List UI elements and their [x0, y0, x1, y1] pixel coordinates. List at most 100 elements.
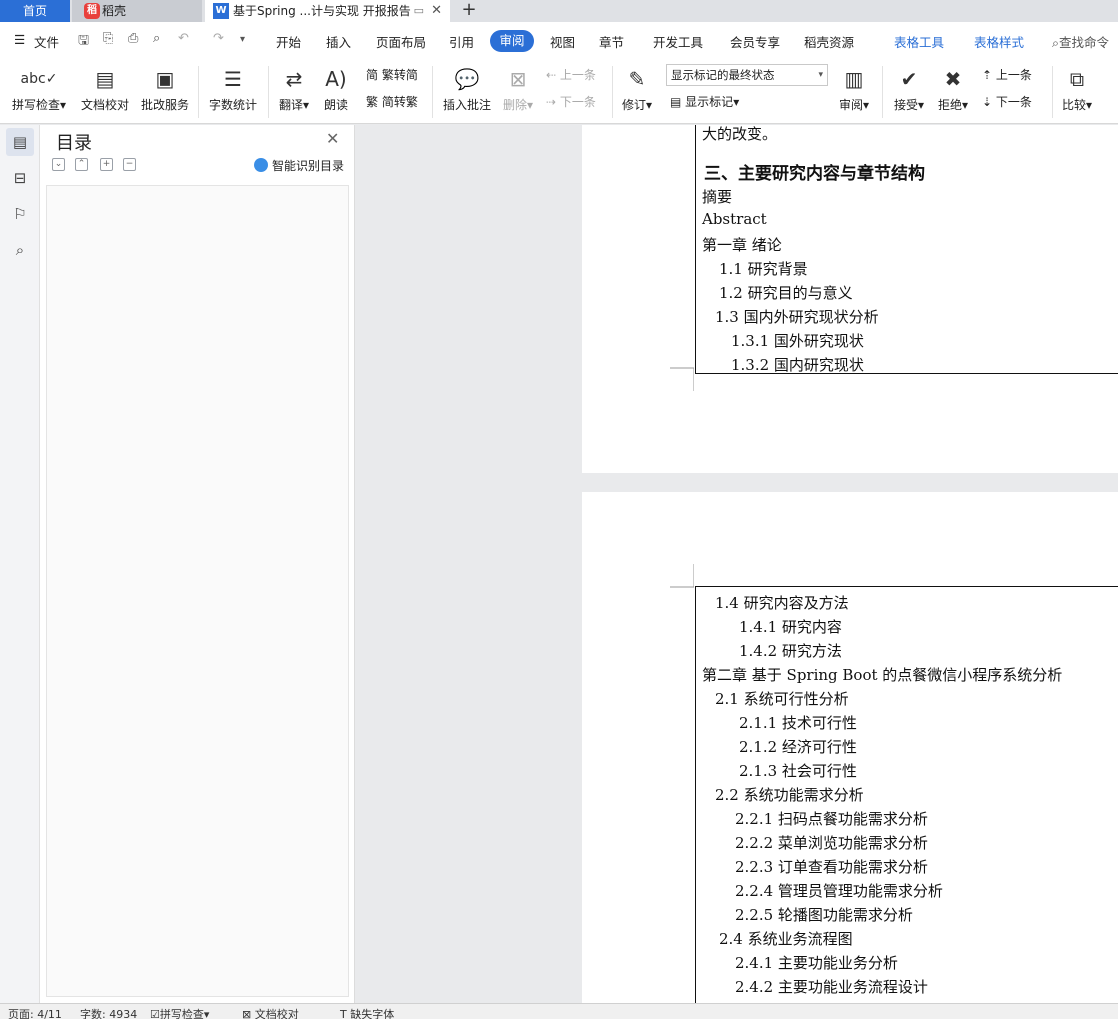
next-change-button[interactable]: ⇣ 下一条	[982, 93, 1032, 110]
expand-all-icon[interactable]: ⌃	[75, 158, 88, 171]
ribbon-divider	[432, 66, 433, 118]
correction-service-button[interactable]: ▣ 批改服务	[138, 64, 192, 113]
page-indicator[interactable]: 页面: 4/11	[8, 1006, 62, 1019]
track-changes-button[interactable]: ✎ 修订▾	[618, 64, 656, 113]
prev-comment-button[interactable]: ⇠ 上一条	[546, 66, 596, 83]
toc-line: 2.1.1 技术可行性	[739, 714, 857, 732]
writer-logo-icon: W	[213, 3, 229, 19]
tab-document[interactable]: W 基于Spring ...计与实现 开报报告 ▭ ✕	[205, 0, 450, 22]
menu-file[interactable]: 文件	[34, 32, 59, 51]
prev-comment-label: 上一条	[559, 68, 596, 82]
redo-icon[interactable]: ↷	[213, 31, 224, 46]
doc-proof-button[interactable]: ▤ 文档校对	[78, 64, 132, 113]
menu-start[interactable]: 开始	[276, 32, 301, 51]
tab-daoke[interactable]: 稻 稻壳	[72, 0, 202, 22]
document-page: 大的改变。 三、主要研究内容与章节结构 摘要 Abstract 第一章 绪论 1…	[582, 125, 1118, 473]
track-changes-icon: ✎	[628, 67, 646, 91]
status-proof-label: 文档校对	[254, 1008, 299, 1019]
status-doc-proof[interactable]: ⊠ 文档校对	[242, 1006, 299, 1019]
search-command-label: 查找命令	[1059, 35, 1110, 50]
hamburger-icon[interactable]: ☰	[14, 32, 25, 47]
menu-review[interactable]: 审阅	[490, 30, 534, 52]
review-pane-button[interactable]: ▥ 审阅▾	[834, 64, 874, 113]
search-command[interactable]: ⌕查找命令	[1052, 32, 1109, 51]
para-tail: 大的改变。	[702, 125, 778, 143]
menu-table-style[interactable]: 表格样式	[974, 32, 1024, 51]
menu-page-layout[interactable]: 页面布局	[376, 32, 426, 51]
status-spell-check[interactable]: ☑拼写检查▾	[150, 1006, 209, 1019]
tab-home[interactable]: 首页	[0, 0, 70, 22]
crop-mark	[670, 367, 694, 391]
reject-button[interactable]: ✖ 拒绝▾	[934, 64, 972, 113]
delete-comment-button[interactable]: ⊠ 删除▾	[500, 64, 536, 113]
insert-comment-button[interactable]: 💬 插入批注	[440, 64, 494, 113]
accept-button[interactable]: ✔ 接受▾	[890, 64, 928, 113]
undo-icon[interactable]: ↶	[178, 31, 189, 46]
new-tab-button[interactable]: +	[456, 0, 482, 22]
word-count-button[interactable]: ☰ 字数统计	[206, 64, 260, 113]
spell-check-button[interactable]: abc✓ 拼写检查▾	[8, 64, 70, 113]
menu-member[interactable]: 会员专享	[730, 32, 780, 51]
toc-line: 2.2.3 订单查看功能需求分析	[735, 858, 928, 876]
compare-button[interactable]: ⧉ 比较▾	[1058, 64, 1096, 113]
translate-button[interactable]: ⇄ 翻译▾	[275, 64, 313, 113]
translate-icon: ⇄	[285, 67, 303, 91]
compare-label: 比较	[1061, 98, 1086, 112]
print-icon[interactable]: ⎙	[128, 31, 138, 46]
menu-view[interactable]: 视图	[550, 32, 575, 51]
word-count-label: 字数统计	[208, 98, 257, 112]
toc-line: Abstract	[702, 210, 767, 228]
add-level-icon[interactable]: +	[100, 158, 113, 171]
toc-line: 2.1 系统可行性分析	[715, 690, 849, 708]
screen-icon[interactable]: ▭	[414, 0, 424, 22]
search-icon[interactable]: ⌕	[9, 239, 31, 261]
toc-list	[46, 185, 349, 997]
toc-line: 1.4 研究内容及方法	[715, 594, 849, 612]
save-icon[interactable]: 🖫	[78, 31, 89, 53]
smart-toc-button[interactable]: 智能识别目录	[254, 157, 344, 174]
simp-to-trad-button[interactable]: 繁 简转繁	[366, 93, 418, 110]
preview-icon[interactable]: ⌕	[153, 31, 160, 46]
menu-daoke-resources[interactable]: 稻壳资源	[804, 32, 854, 51]
toc-line: 2.2 系统功能需求分析	[715, 786, 864, 804]
side-rail: ▤ ⊟ ⚐ ⌕	[0, 125, 40, 1003]
export-icon[interactable]: ⎘	[103, 31, 113, 46]
read-aloud-button[interactable]: A) 朗读	[320, 64, 352, 113]
remove-level-icon[interactable]: −	[123, 158, 136, 171]
close-tab-icon[interactable]: ✕	[431, 0, 442, 22]
chevron-down-icon: ▾	[818, 70, 823, 80]
navigation-icon[interactable]: ⊟	[9, 167, 31, 189]
quick-access-dropdown-icon[interactable]: ▾	[240, 34, 245, 45]
smart-icon	[254, 158, 268, 172]
trad-to-simp-button[interactable]: 简 繁转简	[366, 66, 418, 83]
status-missing-font[interactable]: T 缺失字体	[340, 1006, 394, 1019]
next-comment-label: 下一条	[559, 95, 596, 109]
menu-chapter[interactable]: 章节	[599, 32, 624, 51]
menu-table-tools[interactable]: 表格工具	[894, 32, 944, 51]
bookmark-icon[interactable]: ⚐	[9, 203, 31, 225]
prev-change-button[interactable]: ⇡ 上一条	[982, 66, 1032, 83]
delete-comment-label: 删除	[502, 98, 527, 112]
prev-change-label: 上一条	[995, 68, 1032, 82]
collapse-all-icon[interactable]: ⌄	[52, 158, 65, 171]
show-markup-button[interactable]: ▤ 显示标记▾	[670, 93, 739, 110]
ribbon-divider	[612, 66, 613, 118]
word-count-indicator[interactable]: 字数: 4934	[80, 1006, 137, 1019]
insert-comment-label: 插入批注	[442, 98, 491, 112]
next-comment-button[interactable]: ⇢ 下一条	[546, 93, 596, 110]
simp-to-trad-icon: 繁	[366, 95, 379, 109]
compare-icon: ⧉	[1069, 67, 1085, 91]
document-canvas[interactable]: 大的改变。 三、主要研究内容与章节结构 摘要 Abstract 第一章 绪论 1…	[355, 125, 1118, 1003]
toc-line: 2.4.2 主要功能业务流程设计	[735, 978, 928, 996]
toc-panel-icon[interactable]: ▤	[6, 128, 34, 156]
proof-icon: ⊠	[242, 1008, 252, 1019]
toc-line: 1.3.1 国外研究现状	[731, 332, 864, 350]
markup-state-select[interactable]: 显示标记的最终状态 ▾	[666, 64, 828, 86]
next-change-icon: ⇣	[982, 95, 993, 109]
menu-dev-tools[interactable]: 开发工具	[653, 32, 703, 51]
menu-insert[interactable]: 插入	[326, 32, 351, 51]
menu-reference[interactable]: 引用	[449, 32, 474, 51]
ribbon-divider	[268, 66, 269, 118]
toc-line: 2.2.2 菜单浏览功能需求分析	[735, 834, 928, 852]
close-icon[interactable]: ✕	[326, 129, 339, 148]
